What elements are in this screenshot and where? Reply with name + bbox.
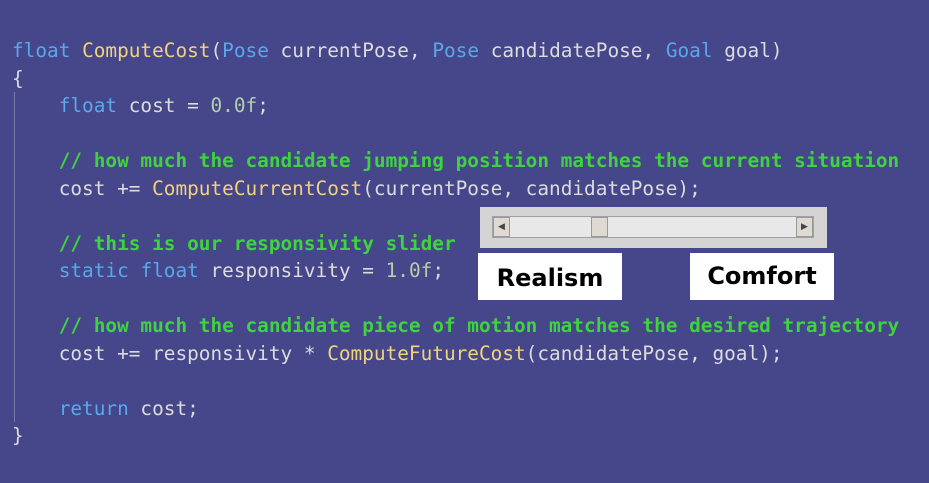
keyword: return bbox=[58, 396, 129, 420]
code-line: return cost; bbox=[12, 395, 899, 423]
code-line: float ComputeCost(Pose currentPose, Pose… bbox=[12, 37, 899, 65]
comment: // how much the candidate piece of motio… bbox=[12, 314, 900, 337]
arrow-right-icon[interactable]: ▶ bbox=[796, 217, 813, 237]
keyword: static bbox=[58, 259, 129, 282]
arrow-left-icon[interactable]: ◀ bbox=[493, 217, 510, 237]
comfort-label: Comfort bbox=[690, 253, 834, 300]
code-text: ( bbox=[210, 39, 223, 62]
code-text: cost; bbox=[128, 396, 199, 420]
code-text: ; bbox=[432, 259, 444, 282]
function-name: ComputeCost bbox=[82, 39, 211, 62]
code-text: responsivity = bbox=[198, 259, 386, 282]
function-name: ComputeFutureCost bbox=[327, 341, 526, 365]
keyword: Pose bbox=[222, 39, 269, 62]
comment: // how much the candidate jumping positi… bbox=[12, 149, 900, 172]
code-text: ; bbox=[257, 94, 269, 117]
function-name: ComputeCurrentCost bbox=[152, 176, 363, 200]
number-literal: 1.0f bbox=[385, 259, 433, 282]
code-line: float cost = 0.0f; bbox=[12, 92, 899, 120]
code-text: goal) bbox=[712, 39, 783, 62]
responsivity-slider[interactable]: ◀ ▶ bbox=[480, 207, 827, 248]
code-text: currentPose, bbox=[268, 39, 433, 62]
code-text: cost += bbox=[12, 176, 153, 200]
code-text: cost += responsivity * bbox=[12, 341, 328, 365]
code-line: cost += responsivity * ComputeFutureCost… bbox=[12, 340, 899, 368]
code-text: (currentPose, candidatePose); bbox=[362, 176, 701, 200]
number-literal: 0.0f bbox=[210, 94, 258, 117]
slider-track[interactable]: ◀ ▶ bbox=[492, 216, 814, 238]
comment: // this is our responsivity slider bbox=[12, 231, 456, 255]
realism-label: Realism bbox=[478, 253, 622, 300]
code-text: { bbox=[12, 66, 24, 90]
code-line: // how much the candidate jumping positi… bbox=[12, 147, 900, 175]
keyword: Pose bbox=[432, 39, 480, 62]
code-text: } bbox=[12, 424, 24, 447]
keyword: float bbox=[58, 94, 118, 117]
keyword: Goal bbox=[665, 39, 713, 62]
code-line: cost += ComputeCurrentCost(currentPose, … bbox=[12, 175, 899, 203]
code-line: // how much the candidate piece of motio… bbox=[12, 312, 900, 340]
keyword: float bbox=[140, 259, 199, 282]
code-text: candidatePose, bbox=[479, 39, 666, 62]
keyword: float bbox=[12, 39, 71, 62]
code-line: { bbox=[12, 65, 899, 93]
code-line: } bbox=[12, 422, 899, 450]
code-text: (candidatePose, goal); bbox=[525, 341, 783, 365]
slider-thumb[interactable] bbox=[590, 217, 608, 237]
code-text: cost = bbox=[117, 94, 211, 117]
